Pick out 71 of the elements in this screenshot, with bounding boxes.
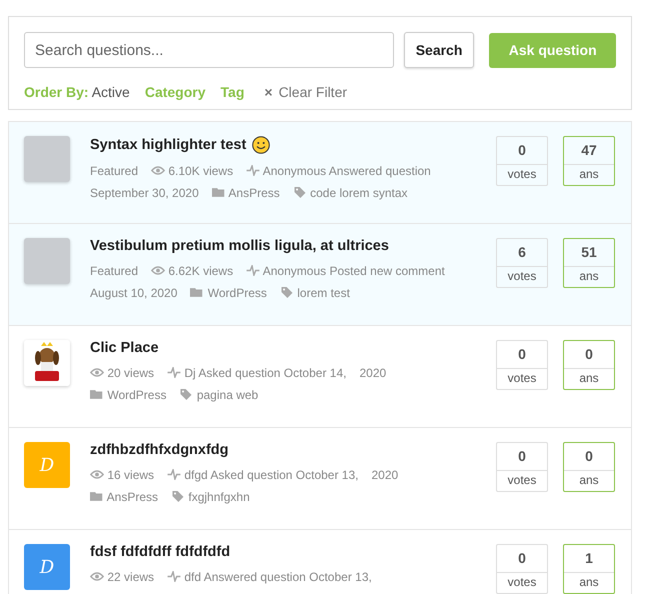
tag-icon bbox=[179, 389, 194, 400]
pulse-icon bbox=[167, 469, 182, 480]
votes-count-box: 0 votes bbox=[496, 136, 548, 186]
folder-icon bbox=[190, 287, 204, 298]
votes-count-box: 0 votes bbox=[496, 544, 548, 594]
search-field[interactable]: Search questions... bbox=[24, 32, 394, 68]
eye-icon bbox=[151, 265, 166, 276]
tag-filter[interactable]: Tag bbox=[220, 84, 244, 100]
activity-text: dfgd Asked question October 13, bbox=[184, 468, 358, 482]
search-button[interactable]: Search bbox=[404, 32, 474, 68]
views-count: 6.62K views bbox=[168, 264, 234, 278]
pulse-icon bbox=[167, 571, 182, 582]
featured-label: Featured bbox=[90, 263, 138, 280]
ask-question-button[interactable]: Ask question bbox=[489, 32, 616, 68]
answers-count-box: 1 ans bbox=[563, 544, 615, 594]
views-count: 6.10K views bbox=[168, 164, 234, 178]
votes-count-box: 0 votes bbox=[496, 340, 548, 390]
tag-icon bbox=[171, 491, 186, 502]
activity-date: 2020 bbox=[359, 365, 386, 382]
eye-icon bbox=[151, 165, 166, 176]
tags-link[interactable]: pagina web bbox=[196, 388, 258, 402]
tag-icon bbox=[280, 287, 294, 298]
eye-icon bbox=[90, 469, 104, 480]
photo-placeholder bbox=[24, 136, 70, 182]
category-link[interactable]: AnsPress bbox=[228, 186, 280, 200]
tags-link[interactable]: fxgjhnfgxhn bbox=[188, 490, 250, 504]
category-link[interactable]: AnsPress bbox=[106, 490, 158, 504]
question-title[interactable]: zdfhbzdfhfxdgnxfdg bbox=[90, 442, 229, 458]
folder-icon bbox=[212, 187, 226, 198]
activity-text: dfd Answered question October 13, bbox=[184, 570, 372, 584]
folder-icon bbox=[90, 491, 104, 502]
tags-link[interactable]: lorem test bbox=[297, 286, 350, 300]
category-link[interactable]: WordPress bbox=[107, 388, 166, 402]
folder-icon bbox=[90, 389, 104, 400]
votes-count-box: 6 votes bbox=[496, 238, 548, 288]
activity-text: Anonymous Answered question bbox=[262, 164, 431, 178]
order-by-label: Order By: bbox=[24, 84, 89, 100]
activity-text: Dj Asked question October 14, bbox=[184, 366, 346, 380]
activity-text: Anonymous Posted new comment bbox=[262, 264, 445, 278]
photo-placeholder bbox=[24, 238, 70, 284]
answers-count-box: 0 ans bbox=[563, 340, 615, 390]
eye-icon bbox=[90, 367, 104, 378]
tags-link[interactable]: code lorem syntax bbox=[310, 186, 408, 200]
question-title[interactable]: Vestibulum pretium mollis ligula, at ultrices bbox=[90, 238, 389, 254]
views-count: 16 views bbox=[107, 468, 154, 482]
activity-date: September 30, 2020 bbox=[90, 185, 199, 202]
cartoon-dog-logo-icon bbox=[24, 340, 70, 386]
eye-icon bbox=[90, 571, 104, 582]
answers-count-box: 47 ans bbox=[563, 136, 615, 186]
category-filter[interactable]: Category bbox=[144, 84, 206, 100]
answers-count-box: 0 ans bbox=[563, 442, 615, 492]
pulse-icon bbox=[246, 265, 260, 276]
pulse-icon bbox=[167, 367, 182, 378]
tag-icon bbox=[292, 187, 307, 198]
clear-filter-link[interactable]: Clear Filter bbox=[278, 84, 348, 100]
pulse-icon bbox=[246, 165, 260, 176]
votes-count-box: 0 votes bbox=[496, 442, 548, 492]
answers-count-box: 51 ans bbox=[563, 238, 615, 288]
views-count: 22 views bbox=[107, 570, 154, 584]
question-title[interactable]: Clic Place bbox=[90, 340, 159, 356]
letter-avatar: D bbox=[24, 442, 70, 488]
clear-icon[interactable]: × bbox=[264, 84, 273, 100]
views-count: 20 views bbox=[107, 366, 154, 380]
category-link[interactable]: WordPress bbox=[208, 286, 267, 300]
question-title[interactable]: fdsf fdfdfdff fdfdfdfd bbox=[90, 544, 230, 560]
activity-date: 2020 bbox=[372, 467, 398, 484]
order-by-value[interactable]: Active bbox=[92, 84, 130, 100]
featured-label: Featured bbox=[90, 163, 138, 180]
question-title[interactable]: Syntax highlighter test bbox=[90, 137, 246, 153]
letter-avatar: D bbox=[24, 544, 70, 590]
activity-date: August 10, 2020 bbox=[90, 285, 178, 302]
